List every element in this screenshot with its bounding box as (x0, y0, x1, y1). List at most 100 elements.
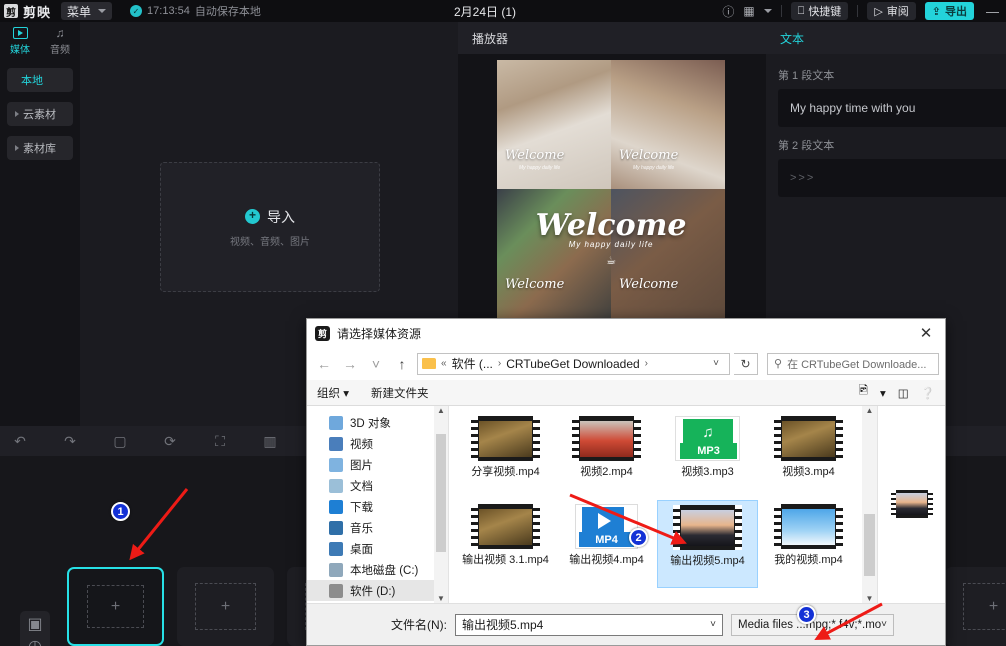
close-icon[interactable]: ✕ (907, 319, 945, 347)
tree-item-music[interactable]: 音乐 (307, 517, 448, 538)
tree-item-drive-d[interactable]: 软件 (D:) (307, 580, 448, 601)
file-name: 分享视频.mp4 (456, 466, 555, 479)
refresh-icon[interactable]: ↻ (734, 353, 758, 375)
file-name: 视频3.mp4 (759, 466, 858, 479)
scroll-up-icon[interactable]: ▲ (866, 406, 874, 415)
redo-icon[interactable]: ↷ (62, 433, 78, 449)
scroll-thumb[interactable] (436, 434, 446, 552)
export-label: 导出 (945, 3, 967, 19)
filename-label: 文件名(N): (391, 616, 447, 633)
help-icon[interactable]: ⓘ (722, 3, 734, 20)
up-arrow-icon[interactable]: ↑ (391, 353, 413, 375)
timeline-clip-slot[interactable]: + (945, 567, 1006, 646)
preview-image (896, 493, 927, 515)
file-item[interactable]: 视频2.mp4 (556, 412, 657, 500)
file-item[interactable]: 视频3.mp4 (758, 412, 859, 500)
tree-item-3d[interactable]: 3D 对象 (307, 412, 448, 433)
preview-thumbnail (891, 490, 933, 518)
crop-icon[interactable]: ⛶ (212, 433, 228, 449)
audio-track-icon[interactable]: ◴ (27, 638, 43, 646)
import-dropzone[interactable]: + 导入 视频、音频、图片 (160, 162, 380, 292)
split-icon[interactable]: ⟳ (162, 433, 178, 449)
tree-scrollbar[interactable]: ▲ ▼ (434, 406, 448, 603)
scroll-down-icon[interactable]: ▼ (866, 594, 874, 603)
tree-item-label: 软件 (D:) (350, 583, 395, 599)
film-strip-icon (836, 504, 843, 549)
chevron-right-icon (15, 145, 19, 151)
text-field-2-input[interactable]: >>> (778, 159, 1006, 197)
timeline-clip-slot[interactable]: + (177, 567, 274, 646)
file-item[interactable]: 我的视频.mp4 (758, 500, 859, 588)
preview-pane-icon[interactable]: ◫ (898, 386, 909, 400)
sidebar-nav: 本地 云素材 素材库 (0, 60, 80, 160)
file-item[interactable]: 输出视频 3.1.mp4 (455, 500, 556, 588)
drive-icon (329, 584, 343, 598)
divider (781, 5, 782, 17)
chevron-down-icon[interactable] (764, 9, 772, 13)
tab-audio-label: 音频 (50, 41, 70, 56)
autosave-time: 17:13:54 (147, 5, 190, 17)
scroll-thumb[interactable] (864, 514, 875, 576)
track-controls: ▣ ◴ (20, 611, 50, 646)
title-bar: 剪 剪映 菜单 ✓ 17:13:54 自动保存本地 2月24日 (1) ⓘ ▦ … (0, 0, 1006, 22)
breadcrumb-item-0[interactable]: 软件 (... (452, 355, 493, 372)
chevron-down-icon[interactable]: ˅ (881, 619, 887, 630)
filename-input[interactable]: 输出视频5.mp4 ˅ (455, 614, 723, 636)
shortcut-button[interactable]: ⎕ 快捷键 (791, 2, 849, 20)
autosave-label: 自动保存本地 (195, 3, 261, 19)
tree-item-documents[interactable]: 文档 (307, 475, 448, 496)
delete-icon[interactable]: ▢ (112, 433, 128, 449)
scroll-up-icon[interactable]: ▲ (437, 406, 445, 415)
new-folder-button[interactable]: 新建文件夹 (371, 385, 429, 401)
sidebar-item-cloud[interactable]: 云素材 (7, 102, 73, 126)
import-hint: 视频、音频、图片 (230, 233, 310, 248)
text-field-1-label: 第 1 段文本 (778, 67, 1006, 83)
dialog-title-label: 请选择媒体资源 (337, 325, 421, 342)
minimize-button[interactable]: — (983, 4, 1002, 19)
tab-media[interactable]: 媒体 (0, 22, 40, 60)
tree-item-videos[interactable]: 视频 (307, 433, 448, 454)
scroll-down-icon[interactable]: ▼ (437, 594, 445, 603)
chevron-down-icon[interactable]: ˅ (710, 619, 716, 630)
export-button[interactable]: ⇪ 导出 (925, 2, 974, 20)
file-item-selected[interactable]: 输出视频5.mp4 (657, 500, 758, 588)
file-item[interactable]: ♫ MP3 视频3.mp3 (657, 412, 758, 500)
menu-button[interactable]: 菜单 (61, 2, 112, 20)
tree-item-desktop[interactable]: 桌面 (307, 538, 448, 559)
tree-item-local-disk-c[interactable]: 本地磁盘 (C:) (307, 559, 448, 580)
search-input[interactable]: ⚲ 在 CRTubeGet Downloade... (767, 353, 939, 375)
video-preview[interactable]: Welcome My happy daily life Welcome My h… (497, 60, 725, 318)
view-mode-icon[interactable]: 🖻 (859, 383, 868, 402)
add-clip-icon: + (221, 598, 230, 616)
address-bar[interactable]: « 软件 (... › CRTubeGet Downloaded › ˅ (417, 353, 730, 375)
tree-item-downloads[interactable]: 下载 (307, 496, 448, 517)
film-strip-icon (774, 416, 781, 461)
dialog-titlebar: 剪 请选择媒体资源 ✕ (307, 319, 945, 347)
file-item[interactable]: 分享视频.mp4 (455, 412, 556, 500)
mirror-icon[interactable]: ▥ (262, 433, 278, 449)
text-field-1-input[interactable]: My happy time with you (778, 89, 1006, 127)
timeline-clip-slot[interactable]: + (67, 567, 164, 646)
tab-audio[interactable]: ♫ 音频 (40, 22, 80, 60)
sidebar-item-library[interactable]: 素材库 (7, 136, 73, 160)
dialog-footer: 文件名(N): 输出视频5.mp4 ˅ Media files ...mpg;*… (307, 603, 945, 645)
layout-icon[interactable]: ▦ (743, 4, 754, 18)
chevron-down-icon[interactable]: ˅ (707, 358, 725, 369)
recent-dropdown-icon[interactable]: ˅ (365, 353, 387, 375)
film-strip-icon (572, 416, 579, 461)
back-arrow-icon[interactable]: ← (313, 353, 335, 375)
film-strip-icon (735, 505, 742, 550)
documents-folder-icon (329, 479, 343, 493)
organize-button[interactable]: 组织 ▾ (317, 385, 349, 401)
undo-icon[interactable]: ↶ (12, 433, 28, 449)
forward-arrow-icon[interactable]: → (339, 353, 361, 375)
review-button[interactable]: ▷ 审阅 (867, 2, 915, 20)
video-track-icon[interactable]: ▣ (27, 616, 43, 632)
file-list-scrollbar[interactable]: ▲ ▼ (862, 406, 877, 603)
help-circle-icon[interactable]: ❔ (921, 386, 935, 400)
chevron-down-icon[interactable]: ▾ (880, 386, 886, 400)
sidebar-item-local[interactable]: 本地 (7, 68, 73, 92)
step-badge-1: 1 (111, 502, 130, 521)
breadcrumb-item-1[interactable]: CRTubeGet Downloaded (506, 357, 639, 371)
tree-item-pictures[interactable]: 图片 (307, 454, 448, 475)
